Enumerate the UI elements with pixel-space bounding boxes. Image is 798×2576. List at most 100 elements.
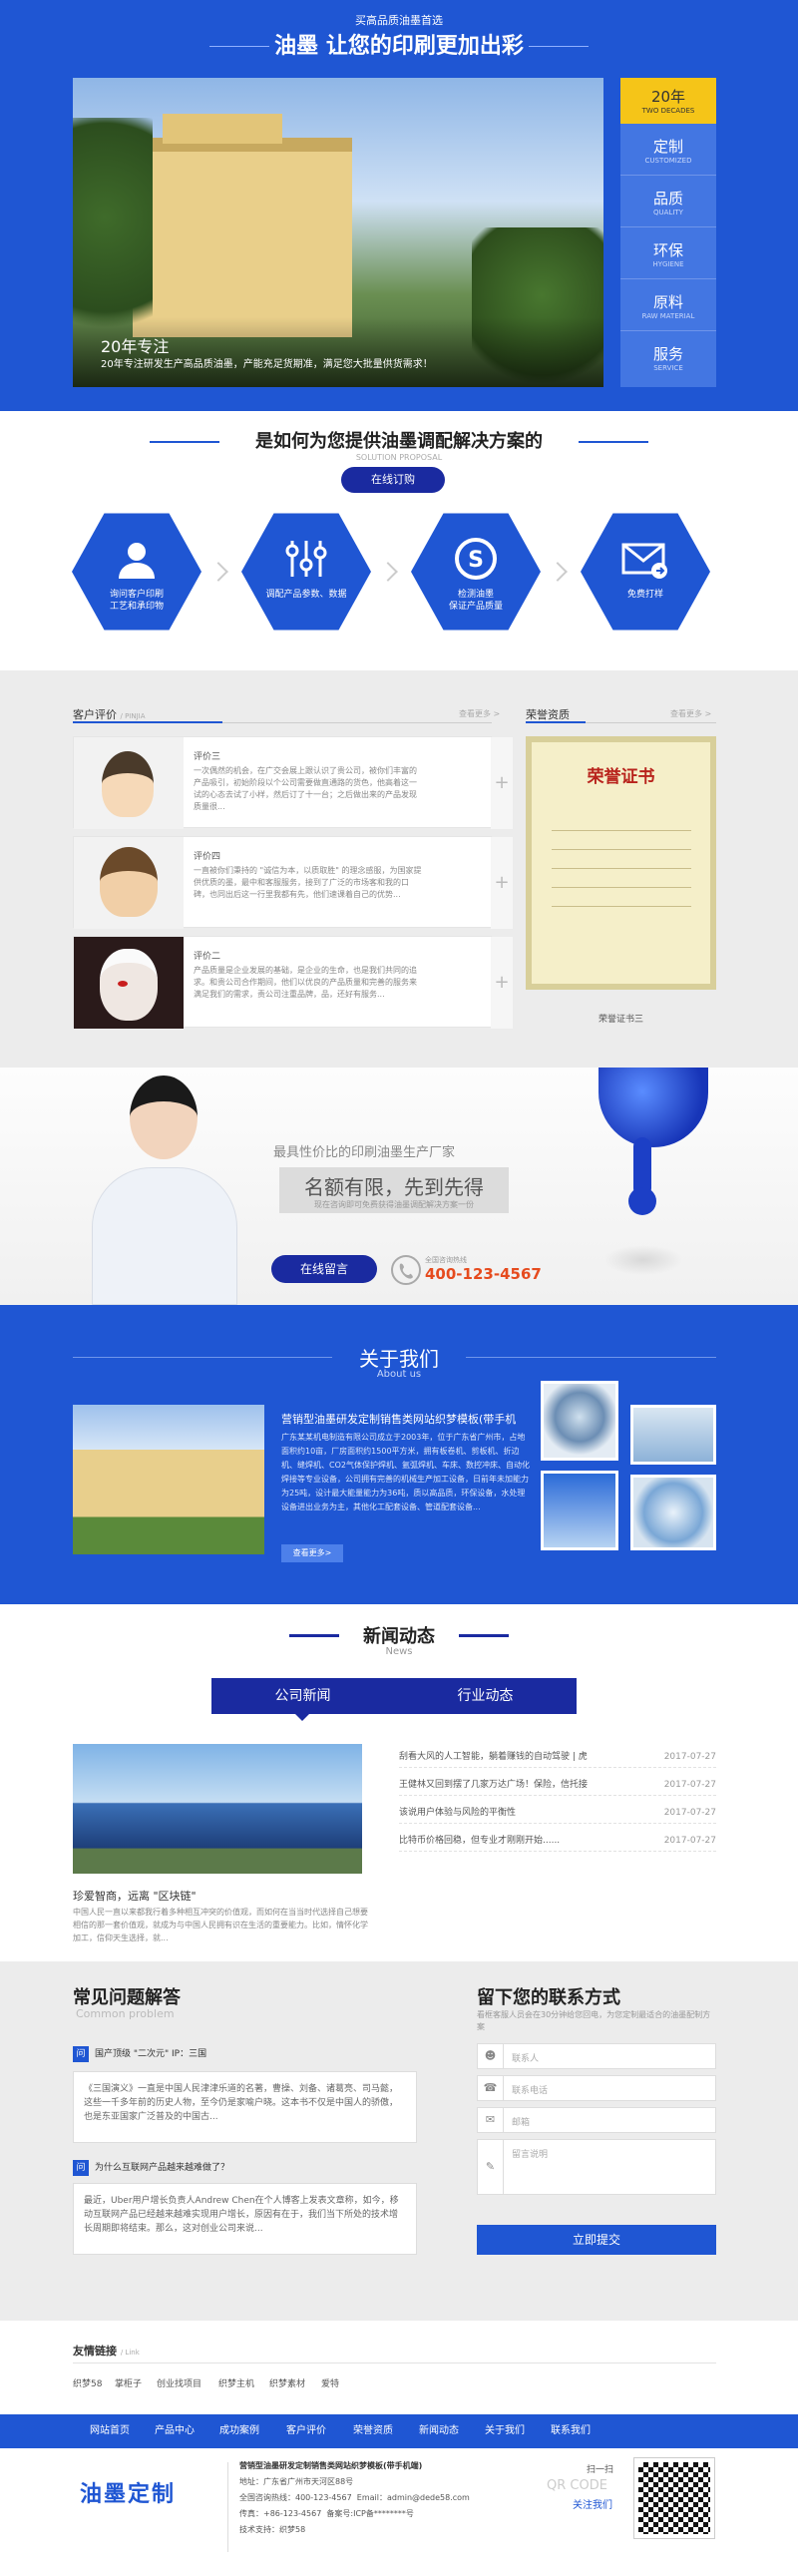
hotline-number: 400-123-4567 bbox=[425, 1265, 542, 1283]
envelope-icon: ✉ bbox=[478, 2108, 504, 2132]
hero-tab-raw-material[interactable]: 原料 RAW MATERIAL bbox=[620, 285, 716, 331]
pencil-icon: ✎ bbox=[478, 2140, 504, 2194]
step-label: 免费打样 bbox=[626, 590, 663, 600]
order-online-button[interactable]: 在线订购 bbox=[341, 467, 445, 493]
slide-title: 20年专注 bbox=[101, 337, 170, 356]
tab-industry-news[interactable]: 行业动态 bbox=[394, 1678, 577, 1714]
leave-message-button[interactable]: 在线留言 bbox=[271, 1255, 377, 1283]
qr-code-image bbox=[633, 2457, 715, 2539]
tab-sub: RAW MATERIAL bbox=[641, 312, 695, 320]
nav-products[interactable]: 产品中心 bbox=[155, 2416, 195, 2446]
cta-section: 最具性价比的印刷油墨生产厂家 名额有限，先到先得 现在咨询即可免费获得油墨调配解… bbox=[0, 1068, 798, 1305]
footer-logo[interactable]: 油墨定制 bbox=[80, 2476, 176, 2508]
about-product-image-4[interactable] bbox=[630, 1475, 716, 1550]
news-feature-title[interactable]: 珍爱智商，远离 "区块链" bbox=[73, 1888, 197, 1904]
phone-placeholder: 联系电话 bbox=[512, 2086, 549, 2096]
contact-phone-field[interactable]: ☎ 联系电话 bbox=[477, 2075, 716, 2101]
agent-head bbox=[130, 1075, 198, 1159]
news-feature-desc: 中国人民一直以来都我行着多种相互冲突的价值观，而如何在当当时代选择自己想要相信的… bbox=[73, 1908, 368, 1942]
link-item[interactable]: 织梦58 bbox=[73, 2376, 102, 2389]
contact-name-field[interactable]: ☻ 联系人 bbox=[477, 2043, 716, 2069]
step-adjust[interactable]: 调配产品参数、数据 bbox=[241, 513, 371, 631]
avatar-face bbox=[102, 751, 154, 817]
news-list-item[interactable]: 比特币价格回稳，但专业才刚刚开始...... 2017-07-27 bbox=[399, 1830, 716, 1852]
review-text: 产品质量是企业发展的基础，是企业的生命，也是我们共同的追求。和贵公司合作期间，他… bbox=[194, 966, 417, 999]
mail-icon bbox=[621, 543, 667, 579]
expand-plus-icon[interactable]: + bbox=[491, 937, 513, 1029]
question-icon: 问 bbox=[73, 2045, 89, 2062]
links-title: 友情链接 / Link bbox=[73, 2343, 140, 2359]
hero-tab-hygiene[interactable]: 环保 HYGIENE bbox=[620, 233, 716, 279]
submit-button[interactable]: 立即提交 bbox=[477, 2225, 716, 2255]
name-placeholder: 联系人 bbox=[512, 2054, 540, 2064]
about-desc: 广东某某机电制造有限公司成立于2003年，位于广东省广州市，占地面积约10亩，厂… bbox=[281, 1433, 530, 1511]
news-feature-image[interactable] bbox=[73, 1744, 362, 1874]
faq-answer: 《三国演义》一直是中国人民津津乐道的名著，曹操、刘备、诸葛亮、司马懿，这些一千多… bbox=[73, 2071, 417, 2143]
news-section: 新闻动态 News 公司新闻 行业动态 珍爱智商，远离 "区块链" 中国人民一直… bbox=[0, 1604, 798, 1961]
tab-sub: TWO DECADES bbox=[641, 107, 695, 115]
ink-bottle-image bbox=[579, 1068, 728, 1217]
faq-question[interactable]: 问为什么互联网产品越来越难做了？ bbox=[73, 2157, 417, 2179]
hero-top-text: 买高品质油墨首选 bbox=[355, 14, 443, 27]
contact-desc: 看框客服人员会在30分钟给您回电，为您定制最适合的油墨配制方案 bbox=[477, 2010, 711, 2031]
review-name: 评价三 bbox=[194, 752, 221, 762]
nav-reviews[interactable]: 客户评价 bbox=[286, 2416, 326, 2446]
reviews-more-link[interactable]: 查看更多 > bbox=[459, 708, 500, 719]
step-label: 检测油墨 保证产品质量 bbox=[448, 590, 503, 612]
about-product-image-3[interactable] bbox=[541, 1471, 618, 1550]
about-more-button[interactable]: 查看更多> bbox=[281, 1544, 343, 1562]
link-item[interactable]: 掌柜子 bbox=[115, 2376, 142, 2389]
step-inspect[interactable]: S 检测油墨 保证产品质量 bbox=[411, 513, 541, 631]
qr-follow-label: 关注我们 bbox=[573, 2500, 612, 2511]
link-item[interactable]: 创业找项目 bbox=[157, 2376, 201, 2389]
avatar-face bbox=[100, 949, 158, 1021]
about-product-image-2[interactable] bbox=[630, 1405, 716, 1465]
news-list-item[interactable]: 刮看大风的人工智能，躺着赚钱的自动驾驶 | 虎 2017-07-27 bbox=[399, 1746, 716, 1768]
review-card[interactable]: 评价四 一直被你们秉持的 "诚信为本，以质取胜" 的理念感服，为国家提供优质的墨… bbox=[73, 836, 513, 929]
nav-news[interactable]: 新闻动态 bbox=[419, 2416, 459, 2446]
step-arrow bbox=[208, 562, 228, 582]
hero-tab-quality[interactable]: 品质 QUALITY bbox=[620, 182, 716, 227]
hero-headline-line-right bbox=[529, 46, 589, 47]
expand-plus-icon[interactable]: + bbox=[491, 737, 513, 829]
link-item[interactable]: 织梦主机 bbox=[218, 2376, 254, 2389]
step-inquire[interactable]: 询问客户印刷 工艺和承印物 bbox=[72, 513, 201, 631]
review-text: 一次偶然的机会，在广交会展上跟认识了贵公司，被你们丰富的产品吸引，初始阶段以个公… bbox=[194, 766, 417, 811]
nav-cases[interactable]: 成功案例 bbox=[219, 2416, 259, 2446]
hero-slide-image[interactable]: 20年专注 20年专注研发生产高品质油墨，产能充足货期准，满足您大批量供货需求！ bbox=[73, 78, 603, 387]
nav-home[interactable]: 网站首页 bbox=[90, 2416, 130, 2446]
certificate-image[interactable]: 荣誉证书 bbox=[526, 736, 716, 990]
review-card[interactable]: 评价三 一次偶然的机会，在广交会展上跟认识了贵公司，被你们丰富的产品吸引，初始阶… bbox=[73, 736, 513, 829]
nav-honors[interactable]: 荣誉资质 bbox=[353, 2416, 393, 2446]
avatar bbox=[74, 837, 184, 929]
tab-company-news[interactable]: 公司新闻 bbox=[211, 1678, 394, 1714]
link-item[interactable]: 爱特 bbox=[321, 2376, 339, 2389]
expand-plus-icon[interactable]: + bbox=[491, 837, 513, 929]
nav-contact[interactable]: 联系我们 bbox=[551, 2416, 591, 2446]
footer-email: Email：admin@dede58.com bbox=[356, 2493, 470, 2502]
faq-question[interactable]: 问国产顶级 "二次元" IP：三国 bbox=[73, 2043, 417, 2065]
nav-about[interactable]: 关于我们 bbox=[485, 2416, 525, 2446]
honor-title: 荣誉资质 bbox=[526, 708, 570, 721]
footer-divider bbox=[227, 2462, 228, 2552]
hero-headline: 油墨 让您的印刷更加出彩 bbox=[274, 34, 524, 59]
hero-tab-service[interactable]: 服务 SERVICE bbox=[620, 337, 716, 383]
step-sample[interactable]: 免费打样 bbox=[581, 513, 710, 631]
links-title-en: / Link bbox=[120, 2349, 140, 2357]
news-list-item[interactable]: 该说用户体验与风险的平衡性 2017-07-27 bbox=[399, 1802, 716, 1824]
contact-email-field[interactable]: ✉ 邮箱 bbox=[477, 2107, 716, 2133]
cert-title: 荣誉证书 bbox=[587, 767, 655, 787]
reviews-title-en: / PINJIA bbox=[120, 712, 146, 720]
link-item[interactable]: 织梦素材 bbox=[269, 2376, 305, 2389]
honor-more-link[interactable]: 查看更多 > bbox=[670, 708, 711, 719]
about-section: 关于我们 About us 营销型油墨研发定制销售类网站织梦模板(带手机 广东某… bbox=[0, 1305, 798, 1604]
solution-section: 是如何为您提供油墨调配解决方案的 SOLUTION PROPOSAL 在线订购 … bbox=[0, 411, 798, 670]
review-card[interactable]: 评价二 产品质量是企业发展的基础，是企业的生命，也是我们共同的追求。和贵公司合作… bbox=[73, 936, 513, 1029]
about-product-image-1[interactable] bbox=[541, 1381, 618, 1461]
hero-headline-line-left bbox=[209, 46, 269, 47]
qr-code-label: QR CODE bbox=[547, 2478, 607, 2493]
hero-tab-customized[interactable]: 定制 CUSTOMIZED bbox=[620, 130, 716, 176]
hero-tab-decades[interactable]: 20年 TWO DECADES bbox=[620, 78, 716, 124]
contact-message-field[interactable]: ✎ 留言说明 bbox=[477, 2139, 716, 2195]
news-list-item[interactable]: 王健林又回到摆了几家万达广场！保险，信托接 2017-07-27 bbox=[399, 1774, 716, 1796]
